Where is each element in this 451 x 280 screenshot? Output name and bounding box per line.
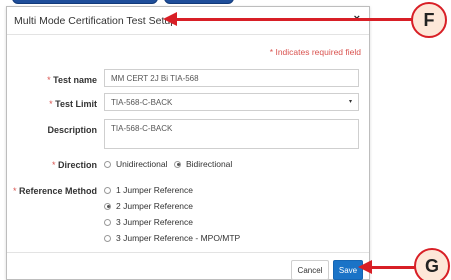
dialog-title: Multi Mode Certification Test Setup xyxy=(14,15,177,27)
direction-label: * Direction xyxy=(7,160,97,170)
footer-divider xyxy=(7,252,369,253)
test-name-label: * Test name xyxy=(7,75,97,85)
description-label: Description xyxy=(47,125,97,135)
callout-g-badge: G xyxy=(414,248,450,280)
test-name-input[interactable]: MM CERT 2J Bi TIA-568 xyxy=(104,69,359,87)
test-limit-label-text: Test Limit xyxy=(55,99,97,109)
radio-3-jumper[interactable] xyxy=(104,218,111,226)
direction-label-text: Direction xyxy=(57,160,97,170)
reference-option-3-jumper[interactable]: 3 Jumper Reference xyxy=(104,217,193,227)
direction-option-bidirectional[interactable]: Bidirectional xyxy=(174,159,232,169)
radio-3-jumper-mpo[interactable] xyxy=(104,234,111,242)
reference-option-1-jumper[interactable]: 1 Jumper Reference xyxy=(104,185,193,195)
radio-label: Bidirectional xyxy=(186,159,233,169)
radio-label: 3 Jumper Reference xyxy=(116,217,194,227)
callout-f-badge: F xyxy=(411,2,447,38)
radio-label: Unidirectional xyxy=(116,159,168,169)
chevron-down-icon: ▾ xyxy=(348,99,352,105)
reference-option-2-jumper[interactable]: 2 Jumper Reference xyxy=(104,201,193,211)
test-limit-label: * Test Limit xyxy=(7,99,97,109)
description-textarea[interactable]: TIA-568-C-BACK xyxy=(104,119,359,149)
radio-label: 3 Jumper Reference - MPO/MTP xyxy=(116,233,241,243)
radio-unidirectional[interactable] xyxy=(104,160,111,168)
background-tab xyxy=(164,0,234,4)
reference-method-label: * Reference Method xyxy=(7,186,97,196)
radio-label: 2 Jumper Reference xyxy=(116,201,194,211)
cancel-button[interactable]: Cancel xyxy=(291,260,329,280)
radio-label: 1 Jumper Reference xyxy=(116,185,194,195)
callout-g-arrow-line xyxy=(370,266,415,269)
test-setup-dialog: Multi Mode Certification Test Setup × * … xyxy=(6,6,370,280)
test-name-label-text: Test name xyxy=(53,75,97,85)
required-field-note: * Indicates required field xyxy=(269,47,361,57)
radio-1-jumper[interactable] xyxy=(104,186,111,194)
test-limit-value: TIA-568-C-BACK xyxy=(111,98,173,107)
test-limit-select[interactable]: TIA-568-C-BACK ▾ xyxy=(104,93,359,111)
callout-f-arrow-line xyxy=(175,18,412,21)
radio-2-jumper[interactable] xyxy=(104,202,111,210)
dialog-header: Multi Mode Certification Test Setup × xyxy=(7,7,369,35)
reference-option-3-jumper-mpo[interactable]: 3 Jumper Reference - MPO/MTP xyxy=(104,233,240,243)
direction-option-unidirectional[interactable]: Unidirectional xyxy=(104,159,168,169)
background-tab xyxy=(12,0,158,4)
radio-bidirectional[interactable] xyxy=(174,160,181,168)
screenshot-stage: Multi Mode Certification Test Setup × * … xyxy=(0,0,451,280)
reference-method-label-text: Reference Method xyxy=(18,186,97,196)
